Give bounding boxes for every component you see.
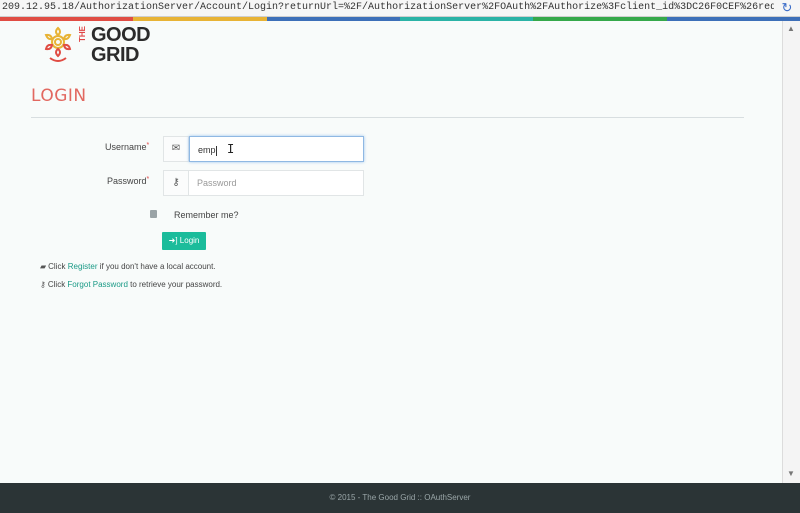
forgot-suffix: to retrieve your password. bbox=[127, 280, 223, 289]
text-caret bbox=[215, 145, 217, 156]
address-bar[interactable]: 209.12.95.18/AuthorizationServer/Account… bbox=[0, 0, 800, 17]
footer: © 2015 - The Good Grid :: OAuthServer bbox=[0, 483, 800, 513]
password-label-text: Password bbox=[107, 176, 147, 186]
color-strip-green bbox=[533, 17, 667, 21]
color-strip-yellow bbox=[133, 17, 267, 21]
scroll-up-arrow-icon[interactable]: ▲ bbox=[787, 24, 795, 33]
color-strip-teal bbox=[399, 17, 534, 21]
ibeam-cursor-icon: I bbox=[227, 142, 235, 156]
color-strip-red bbox=[0, 17, 134, 21]
sign-in-icon: ➜] bbox=[168, 236, 178, 245]
register-prefix: Click bbox=[48, 262, 68, 271]
flower-logo-icon bbox=[44, 26, 72, 62]
footer-copyright: © 2015 - The Good Grid :: OAuthServer bbox=[329, 493, 471, 502]
register-link[interactable]: Register bbox=[68, 262, 98, 271]
scroll-down-arrow-icon[interactable]: ▼ bbox=[787, 469, 795, 478]
password-input-group: ⚷ Password bbox=[163, 170, 364, 196]
key-icon: ⚷ bbox=[164, 171, 189, 195]
username-input[interactable]: emp bbox=[189, 136, 364, 162]
password-placeholder: Password bbox=[197, 178, 237, 188]
remember-me-label[interactable]: Remember me? bbox=[174, 210, 239, 220]
forgot-password-help-line: ⚷ Click Forgot Password to retrieve your … bbox=[40, 280, 222, 289]
username-input-group: ✉ emp bbox=[163, 136, 364, 162]
register-suffix: if you don't have a local account. bbox=[97, 262, 216, 271]
page-title: LOGIN bbox=[31, 86, 87, 106]
username-label: Username* bbox=[105, 142, 149, 152]
username-value: emp bbox=[198, 145, 216, 155]
logo-grid-text: GRID bbox=[91, 44, 140, 66]
the-good-grid-logo[interactable]: THE GOOD GRID bbox=[40, 24, 160, 70]
logo-the-text: THE bbox=[78, 26, 87, 42]
url-text[interactable]: 209.12.95.18/AuthorizationServer/Account… bbox=[2, 1, 774, 15]
required-mark: * bbox=[146, 142, 150, 149]
key-icon: ⚷ bbox=[40, 280, 46, 289]
login-button-label: Login bbox=[179, 236, 200, 245]
username-label-text: Username bbox=[105, 142, 147, 152]
login-button[interactable]: ➜] Login bbox=[162, 232, 206, 250]
required-mark: * bbox=[146, 176, 150, 183]
vertical-scrollbar[interactable]: ▲ ▼ bbox=[782, 21, 800, 483]
color-strip-blue bbox=[266, 17, 400, 21]
reload-icon[interactable]: ↻ bbox=[779, 1, 795, 15]
color-strip-blue-2 bbox=[666, 17, 800, 21]
forgot-prefix: Click bbox=[47, 280, 68, 289]
password-input[interactable]: Password bbox=[189, 171, 364, 195]
remember-me-checkbox[interactable] bbox=[150, 210, 157, 218]
title-divider bbox=[31, 117, 744, 118]
brand-color-strip bbox=[0, 17, 800, 21]
book-icon: ▰ bbox=[40, 262, 47, 271]
forgot-password-link[interactable]: Forgot Password bbox=[67, 280, 127, 289]
envelope-icon: ✉ bbox=[164, 137, 189, 161]
register-help-line: ▰ Click Register if you don't have a loca… bbox=[40, 262, 216, 271]
password-label: Password* bbox=[107, 176, 149, 186]
